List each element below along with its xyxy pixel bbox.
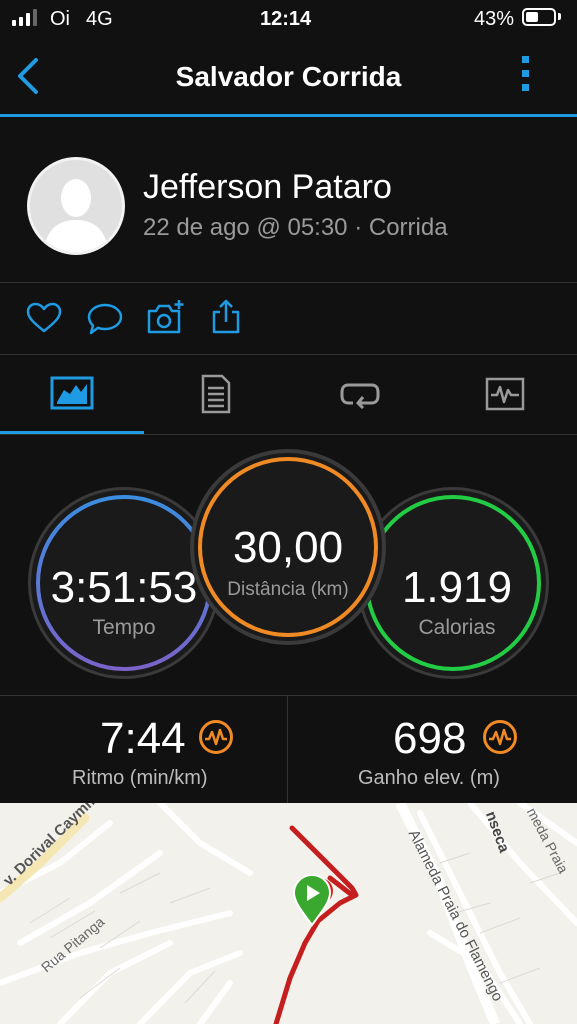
calories-value: 1.919 — [401, 563, 513, 612]
divider — [0, 282, 577, 283]
distance-value: 30,00 — [232, 523, 344, 572]
comment-icon[interactable] — [86, 302, 124, 336]
clock: 12:14 — [260, 8, 312, 30]
tab-stats[interactable] — [144, 355, 288, 431]
time-label: Tempo — [92, 616, 156, 639]
laps-tab-icon — [340, 383, 380, 409]
signal-icon — [12, 8, 37, 26]
distance-stat-circle[interactable]: 30,00 Distância (km) — [190, 449, 386, 645]
avatar[interactable] — [27, 157, 125, 255]
time-stat-circle[interactable]: 3:51:53 Tempo — [28, 487, 220, 679]
add-photo-icon[interactable] — [146, 298, 186, 336]
calories-label: Calorias — [418, 616, 496, 639]
elevation-metric[interactable]: 698 Ganho elev. (m) — [288, 696, 577, 803]
overview-tab-icon — [50, 376, 94, 410]
activity-meta: 22 de ago @ 05:30 · Corrida — [143, 214, 448, 241]
stats-tab-icon — [201, 374, 231, 414]
charts-tab-icon — [485, 377, 525, 411]
elevation-label: Ganho elev. (m) — [358, 767, 500, 789]
page-title: Salvador Corrida — [175, 61, 402, 92]
athlete-name[interactable]: Jefferson Pataro — [143, 168, 392, 207]
battery-icon — [522, 8, 556, 26]
calories-stat-circle[interactable]: 1.919 Calorias — [357, 487, 549, 679]
pace-value: 7:44 — [100, 714, 186, 763]
tab-charts[interactable] — [432, 355, 577, 431]
activity-graph-icon[interactable] — [482, 719, 518, 755]
route-map[interactable]: v. Dorival Caymmi Rua Pitanga Alameda Pr… — [0, 803, 577, 1024]
like-icon[interactable] — [26, 302, 62, 334]
carrier-label: Oi — [50, 8, 70, 30]
more-options-icon[interactable] — [520, 56, 532, 96]
start-marker-icon[interactable] — [290, 871, 338, 929]
user-placeholder-icon — [44, 179, 108, 252]
status-bar: Oi 4G 12:14 43% — [0, 0, 577, 40]
elevation-value: 698 — [393, 714, 467, 763]
divider — [0, 434, 577, 435]
share-icon[interactable] — [210, 298, 242, 336]
time-value: 3:51:53 — [50, 563, 198, 612]
tab-laps[interactable] — [288, 355, 432, 431]
battery-percent: 43% — [474, 8, 515, 30]
pace-metric[interactable]: 7:44 Ritmo (min/km) — [0, 696, 287, 803]
activity-graph-icon[interactable] — [198, 719, 234, 755]
pace-label: Ritmo (min/km) — [72, 767, 208, 789]
tab-overview[interactable] — [0, 355, 144, 431]
distance-label: Distância (km) — [227, 579, 349, 600]
network-label: 4G — [86, 8, 113, 30]
